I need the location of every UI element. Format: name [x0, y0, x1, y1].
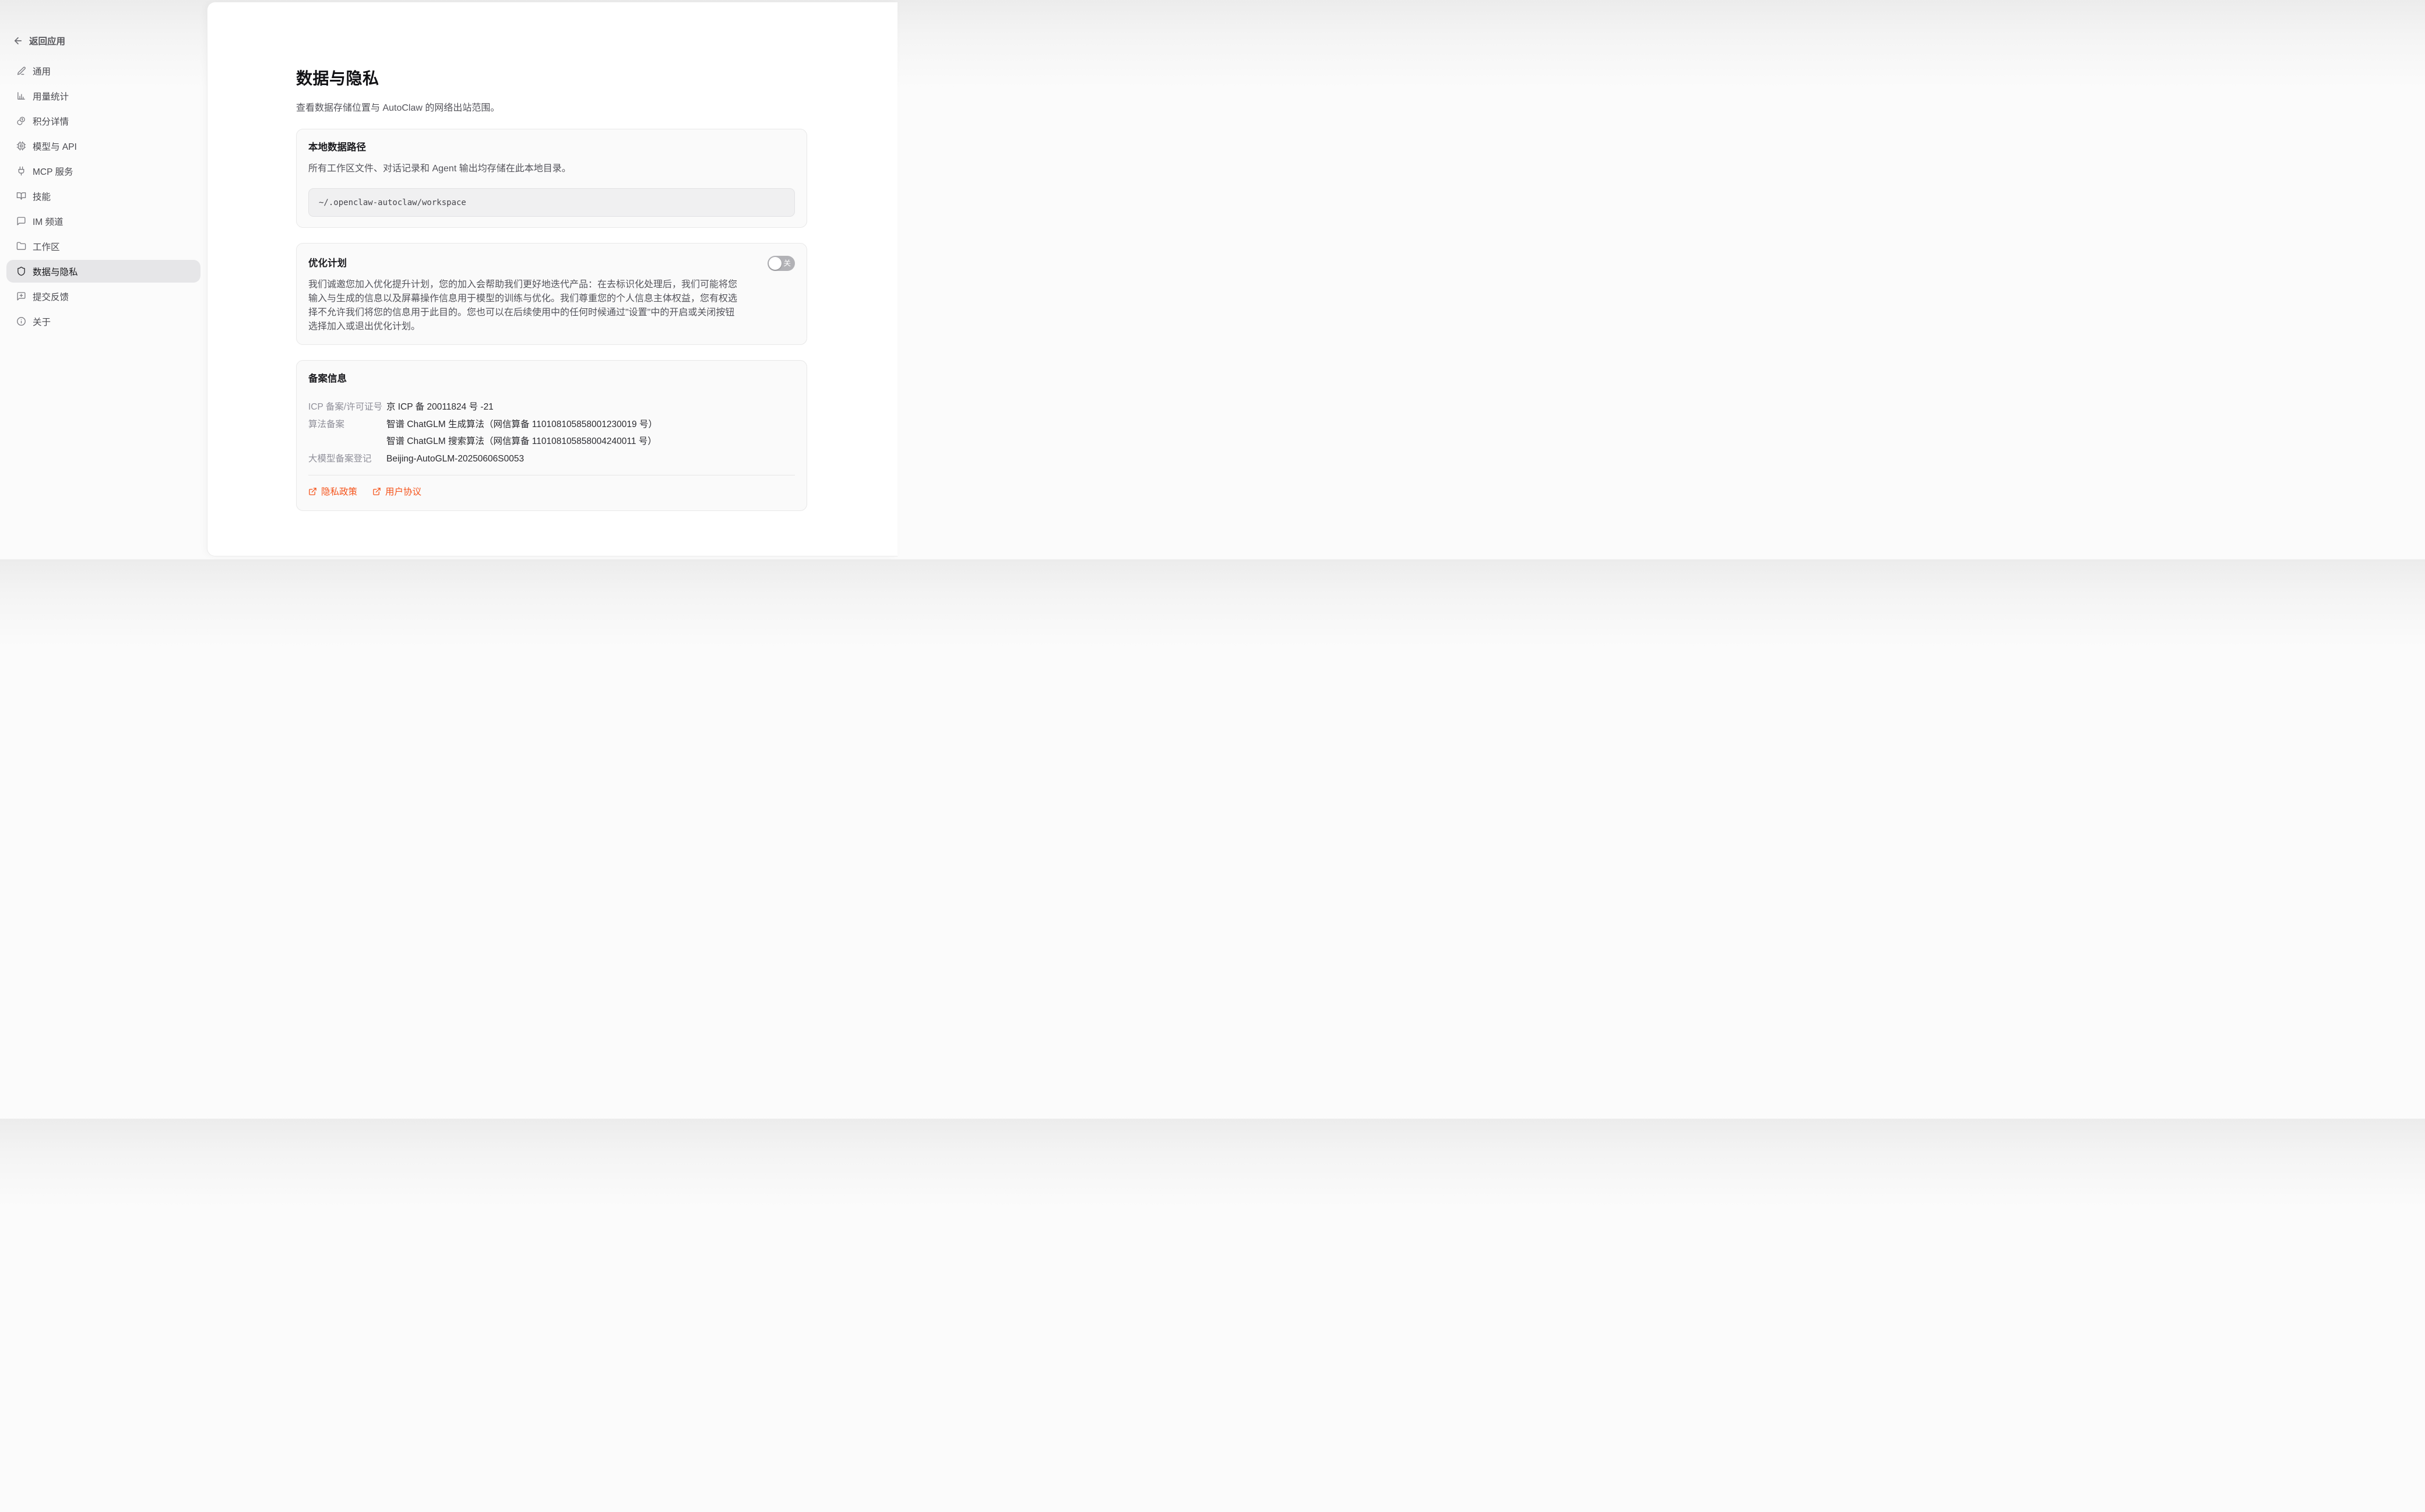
toggle-state-label: 关 — [783, 260, 791, 267]
filing-row-value: Beijing-AutoGLM-20250606S0053 — [386, 450, 524, 468]
sidebar-item-general[interactable]: 通用 — [6, 59, 200, 82]
filing-row-llm-registration: 大模型备案登记 Beijing-AutoGLM-20250606S0053 — [308, 450, 795, 468]
sidebar-item-label: 积分详情 — [33, 115, 69, 128]
filing-row-algorithm: 算法备案 智谱 ChatGLM 生成算法（网信算备 11010810585800… — [308, 416, 795, 450]
sidebar-item-label: 技能 — [33, 190, 51, 203]
sidebar-item-workspace[interactable]: 工作区 — [6, 235, 200, 258]
pencil-icon — [16, 66, 26, 76]
sidebar-item-label: 关于 — [33, 315, 51, 328]
filing-card-title: 备案信息 — [308, 373, 795, 385]
privacy-policy-label: 隐私政策 — [321, 485, 357, 498]
coins-icon — [16, 116, 26, 126]
sidebar-nav: 通用 用量统计 积分详情 模型与 API MCP 服务 — [0, 59, 207, 333]
book-open-icon — [16, 191, 26, 201]
page-subtitle: 查看数据存储位置与 AutoClaw 的网络出站范围。 — [296, 100, 807, 114]
local-data-card-title: 本地数据路径 — [308, 142, 795, 153]
sidebar-item-label: 通用 — [33, 65, 51, 77]
sidebar-item-label: 模型与 API — [33, 140, 77, 153]
message-plus-icon — [16, 291, 26, 301]
cpu-chip-icon — [16, 141, 26, 151]
algorithm-filing-line: 智谱 ChatGLM 生成算法（网信算备 1101081058580012300… — [386, 416, 657, 433]
sidebar-item-label: MCP 服务 — [33, 165, 73, 178]
sidebar-item-feedback[interactable]: 提交反馈 — [6, 285, 200, 308]
optimization-card-title: 优化计划 — [308, 258, 347, 269]
main-panel: 数据与隐私 查看数据存储位置与 AutoClaw 的网络出站范围。 本地数据路径… — [207, 2, 898, 556]
optimization-description-line: 择不允许我们将您的信息用于此目的。您也可以在后续使用中的任何时候通过"设置"中的… — [308, 306, 795, 320]
local-data-card: 本地数据路径 所有工作区文件、对话记录和 Agent 输出均存储在此本地目录。 … — [296, 129, 807, 228]
sidebar-item-usage-stats[interactable]: 用量统计 — [6, 84, 200, 107]
privacy-policy-link[interactable]: 隐私政策 — [308, 485, 357, 498]
folder-icon — [16, 241, 26, 251]
workspace-path-value: ~/.openclaw-autoclaw/workspace — [319, 198, 466, 207]
plug-icon — [16, 166, 26, 176]
policy-links: 隐私政策 用户协议 — [308, 485, 795, 500]
chat-bubble-icon — [16, 216, 26, 226]
back-button[interactable]: 返回应用 — [13, 32, 65, 50]
info-icon — [16, 316, 26, 326]
filing-row-icp: ICP 备案/许可证号 京 ICP 备 20011824 号 -21 — [308, 399, 795, 416]
user-agreement-link[interactable]: 用户协议 — [372, 485, 421, 498]
bar-chart-icon — [16, 91, 26, 101]
arrow-left-icon — [13, 36, 23, 46]
filing-row-label: 算法备案 — [308, 416, 386, 450]
sidebar: 返回应用 通用 用量统计 积分详情 模型与 API — [0, 0, 207, 559]
shield-icon — [16, 266, 26, 276]
filing-row-label: 大模型备案登记 — [308, 450, 386, 468]
sidebar-item-label: 用量统计 — [33, 90, 69, 103]
optimization-description-line: 我们诚邀您加入优化提升计划，您的加入会帮助我们更好地迭代产品：在去标识化处理后，… — [308, 278, 795, 292]
sidebar-item-label: IM 频道 — [33, 215, 64, 228]
filing-row-value: 京 ICP 备 20011824 号 -21 — [386, 399, 494, 416]
sidebar-item-label: 数据与隐私 — [33, 265, 78, 278]
back-label: 返回应用 — [29, 34, 65, 47]
sidebar-item-mcp-services[interactable]: MCP 服务 — [6, 160, 200, 182]
toggle-knob — [769, 257, 782, 270]
user-agreement-label: 用户协议 — [385, 485, 421, 498]
optimization-description-line: 输入与生成的信息以及屏幕操作信息用于模型的训练与优化。我们尊重您的个人信息主体权… — [308, 292, 795, 306]
sidebar-item-label: 工作区 — [33, 240, 60, 253]
local-data-card-description: 所有工作区文件、对话记录和 Agent 输出均存储在此本地目录。 — [308, 160, 795, 174]
optimization-description: 我们诚邀您加入优化提升计划，您的加入会帮助我们更好地迭代产品：在去标识化处理后，… — [308, 278, 795, 334]
sidebar-item-im-channels[interactable]: IM 频道 — [6, 210, 200, 232]
optimization-card: 优化计划 关 我们诚邀您加入优化提升计划，您的加入会帮助我们更好地迭代产品：在去… — [296, 243, 807, 345]
optimization-toggle[interactable]: 关 — [768, 256, 795, 271]
sidebar-item-about[interactable]: 关于 — [6, 310, 200, 333]
sidebar-item-label: 提交反馈 — [33, 290, 69, 303]
filing-row-value: 智谱 ChatGLM 生成算法（网信算备 1101081058580012300… — [386, 416, 657, 450]
sidebar-item-data-privacy[interactable]: 数据与隐私 — [6, 260, 200, 283]
external-link-icon — [308, 487, 317, 496]
algorithm-filing-line: 智谱 ChatGLM 搜索算法（网信算备 1101081058580042400… — [386, 433, 657, 450]
filing-rows: ICP 备案/许可证号 京 ICP 备 20011824 号 -21 算法备案 … — [308, 399, 795, 467]
workspace-path-field[interactable]: ~/.openclaw-autoclaw/workspace — [308, 188, 795, 217]
optimization-description-line: 选择加入或退出优化计划。 — [308, 320, 795, 334]
sidebar-item-skills[interactable]: 技能 — [6, 185, 200, 207]
sidebar-item-credits[interactable]: 积分详情 — [6, 110, 200, 132]
page-title: 数据与隐私 — [296, 66, 807, 89]
filing-card: 备案信息 ICP 备案/许可证号 京 ICP 备 20011824 号 -21 … — [296, 360, 807, 511]
sidebar-item-models-api[interactable]: 模型与 API — [6, 135, 200, 157]
filing-row-label: ICP 备案/许可证号 — [308, 399, 386, 416]
external-link-icon — [372, 487, 381, 496]
